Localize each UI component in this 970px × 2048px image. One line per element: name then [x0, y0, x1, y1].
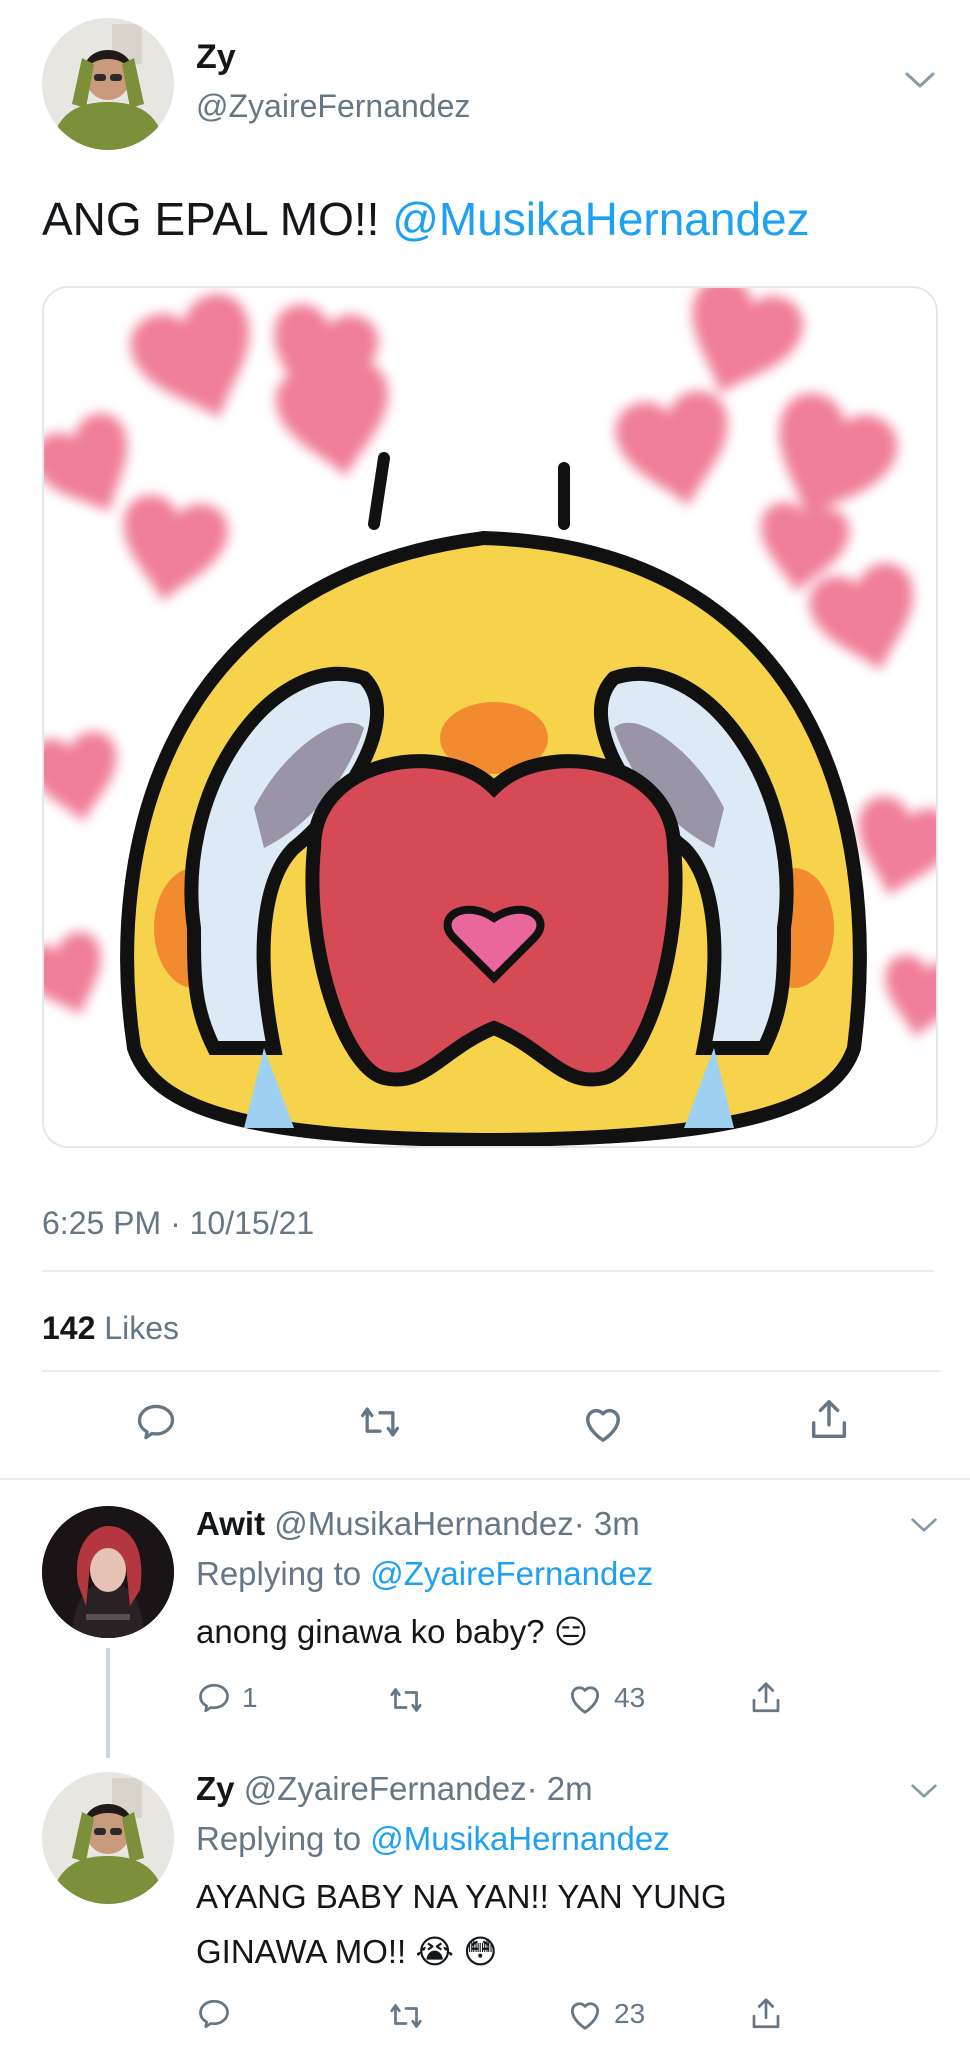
reply-text-body: anong ginawa ko baby? — [196, 1613, 545, 1650]
like-count: 23 — [614, 1998, 646, 2029]
expressionless-face-emoji: 😑 — [553, 1613, 589, 1650]
crying-flushed-emoji: 😭 😳 — [415, 1933, 498, 1970]
replying-to-link[interactable]: @ZyaireFernandez — [370, 1555, 653, 1592]
reply-author-name[interactable]: Awit — [196, 1505, 265, 1542]
likes-label: Likes — [104, 1310, 179, 1346]
reply-icon — [196, 1680, 232, 1716]
retweet-icon[interactable] — [356, 1400, 404, 1444]
chevron-down-icon[interactable] — [910, 1516, 938, 1534]
reply-icon[interactable] — [134, 1400, 178, 1444]
reply-text-body: GINAWA MO!! — [196, 1933, 407, 1970]
chevron-down-icon[interactable] — [904, 70, 936, 90]
like-button[interactable]: 23 — [566, 1996, 645, 2032]
likes-count: 142 — [42, 1310, 96, 1346]
replying-to-link[interactable]: @MusikaHernandez — [370, 1820, 669, 1857]
like-count: 43 — [614, 1682, 646, 1713]
like-icon[interactable] — [580, 1402, 626, 1444]
author-name[interactable]: Zy — [196, 38, 236, 77]
reply-author-handle[interactable]: @ZyaireFernandez — [244, 1770, 527, 1807]
replying-to-label: Replying to — [196, 1555, 371, 1592]
crying-emoji-image — [44, 288, 936, 1146]
retweet-icon[interactable] — [386, 1998, 426, 2034]
reply-author-name[interactable]: Zy — [196, 1770, 235, 1807]
reply-avatar[interactable] — [42, 1772, 174, 1904]
reply-button[interactable]: 1 — [196, 1680, 258, 1716]
reply-avatar[interactable] — [42, 1506, 174, 1638]
reply-time: · 2m — [526, 1770, 593, 1807]
reply-header: Awit @MusikaHernandez· 3m — [196, 1505, 640, 1543]
tweet-timestamp[interactable]: 6:25 PM · 10/15/21 — [42, 1205, 314, 1242]
like-icon — [566, 1996, 604, 2032]
divider — [0, 1478, 970, 1480]
reply-count: 1 — [242, 1682, 258, 1713]
author-avatar[interactable] — [42, 18, 174, 150]
likes-summary[interactable]: 142 Likes — [42, 1310, 179, 1347]
reply-time: · 3m — [573, 1505, 640, 1542]
retweet-icon[interactable] — [386, 1682, 426, 1718]
tweet-mention-link[interactable]: @MusikaHernandez — [392, 193, 809, 245]
author-handle[interactable]: @ZyaireFernandez — [196, 88, 470, 125]
reply-text: anong ginawa ko baby? 😑 — [196, 1612, 588, 1651]
divider — [42, 1370, 940, 1372]
share-icon[interactable] — [748, 1678, 784, 1718]
chevron-down-icon[interactable] — [910, 1782, 938, 1800]
thread-line — [106, 1648, 110, 1758]
reply-header: Zy @ZyaireFernandez· 2m — [196, 1770, 593, 1808]
reply-author-handle[interactable]: @MusikaHernandez — [274, 1505, 573, 1542]
replying-to-label: Replying to — [196, 1820, 371, 1857]
share-icon[interactable] — [806, 1396, 852, 1444]
reply-button[interactable] — [196, 1996, 242, 2032]
replying-to: Replying to @ZyaireFernandez — [196, 1555, 653, 1593]
like-icon — [566, 1680, 604, 1716]
divider — [42, 1270, 934, 1272]
replying-to: Replying to @MusikaHernandez — [196, 1820, 670, 1858]
reply-text-line-1: AYANG BABY NA YAN!! YAN YUNG — [196, 1878, 727, 1915]
share-icon[interactable] — [748, 1994, 784, 2034]
reply-icon — [196, 1996, 232, 2032]
like-button[interactable]: 43 — [566, 1680, 645, 1716]
tweet-text: ANG EPAL MO!! @MusikaHernandez — [42, 192, 810, 246]
tweet-media[interactable] — [42, 286, 938, 1148]
tweet-text-body: ANG EPAL MO!! — [42, 193, 393, 245]
reply-text-line-2: GINAWA MO!! 😭 😳 — [196, 1932, 498, 1971]
